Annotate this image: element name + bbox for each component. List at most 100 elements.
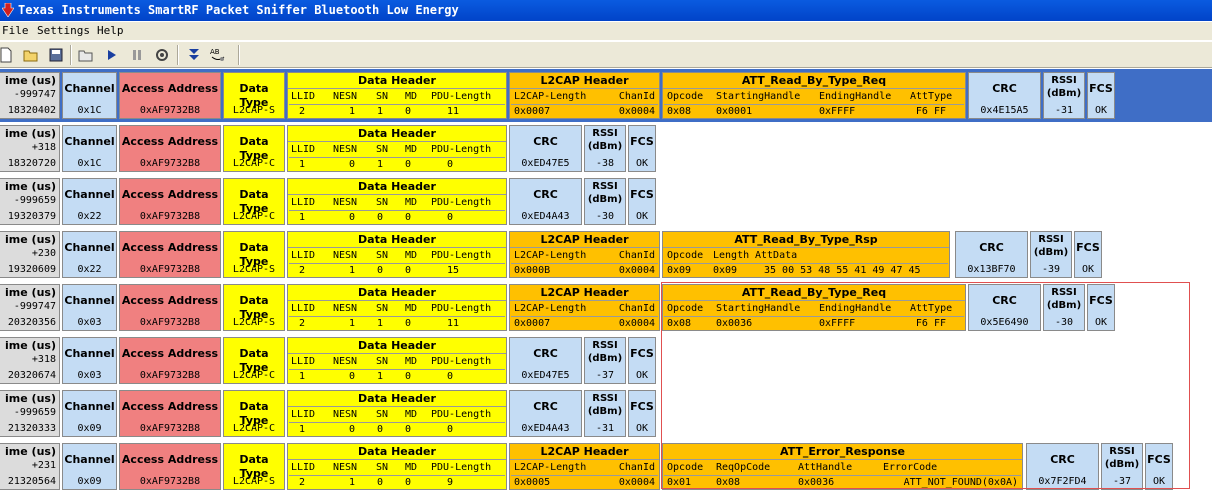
rssi-cell: RSSI (dBm) -31	[584, 390, 626, 437]
l2cap-header-cell: L2CAP Header L2CAP-Length ChanId 0x000B 0x00…	[509, 231, 660, 278]
time-value: 21320564	[7, 476, 56, 487]
data-header-field-label: PDU-Length	[431, 462, 492, 473]
new-file-icon[interactable]	[0, 46, 15, 64]
crc-value: 0xED47E5	[521, 158, 570, 169]
att-field-label: EndingHandle	[819, 91, 892, 102]
channel-value: 0x22	[77, 211, 102, 222]
scroll-down-icon[interactable]	[185, 46, 203, 64]
rssi-cell: RSSI (dBm) -30	[584, 178, 626, 225]
l2cap-chanid-value: 0x0004	[618, 477, 655, 488]
title-bar: Texas Instruments SmartRF Packet Sniffer…	[0, 0, 1212, 21]
access-address-cell: Access Address 0xAF9732B8	[119, 125, 221, 172]
time-value: 21320333	[7, 423, 56, 434]
data-header-field-label: SN	[376, 409, 389, 420]
rssi-value: -31	[595, 423, 615, 434]
time-cell: ime (us) -999747 20320356	[0, 284, 60, 331]
svg-text:AB: AB	[210, 48, 220, 56]
l2cap-header-cell: L2CAP Header L2CAP-Length ChanId 0x0007 0x00…	[509, 72, 660, 119]
data-header-field-value: 0	[405, 477, 412, 488]
data-header-field-label: NESN	[333, 144, 358, 155]
time-header: ime (us)	[5, 392, 56, 405]
rssi-header: RSSI (dBm)	[587, 181, 623, 205]
play-icon[interactable]	[103, 46, 121, 64]
time-delta: +318	[31, 142, 56, 153]
open-folder-icon[interactable]	[22, 46, 40, 64]
packet-row[interactable]: ime (us) +318 18320720 Channel 0x1C Access Ad…	[0, 122, 1212, 175]
toolbar-separator	[238, 45, 240, 65]
att-field-value: 0x09	[667, 265, 692, 276]
settings-icon[interactable]	[153, 46, 171, 64]
att-pdu-cell: ATT_Read_By_Type_Req Opcode StartingHandle…	[662, 72, 966, 119]
att-field-label: Length	[713, 250, 750, 261]
rssi-header: RSSI (dBm)	[587, 340, 623, 364]
data-header-field-label: LLID	[291, 250, 316, 261]
data-header-field-value: 0	[405, 424, 412, 435]
packet-row[interactable]: ime (us) -999659 19320379 Channel 0x22 Access…	[0, 175, 1212, 228]
data-header-field-label: MD	[405, 91, 418, 102]
data-header-field-value: 1	[377, 371, 384, 382]
channel-value: 0x1C	[77, 158, 102, 169]
menu-settings[interactable]: Settings	[37, 22, 90, 40]
l2cap-field-label: ChanId	[618, 250, 655, 261]
data-header-field-label: LLID	[291, 356, 316, 367]
channel-cell: Channel 0x09	[62, 390, 117, 437]
data-header-field-value: 0	[447, 159, 454, 170]
menu-file[interactable]: File	[2, 22, 29, 40]
l2cap-field-label: L2CAP-Length	[514, 462, 587, 473]
att-pdu-title: ATT_Read_By_Type_Req	[663, 73, 965, 89]
data-header-field-value: 1	[349, 318, 356, 329]
data-header-field-label: PDU-Length	[431, 91, 492, 102]
crc-value: 0x13BF70	[967, 264, 1016, 275]
fcs-value: OK	[635, 211, 649, 222]
channel-header: Channel	[64, 188, 115, 201]
crc-value: 0xED4A43	[521, 211, 570, 222]
channel-header: Channel	[64, 294, 115, 307]
menu-help[interactable]: Help	[97, 22, 124, 40]
data-type-value: L2CAP-S	[232, 476, 276, 487]
time-header: ime (us)	[5, 339, 56, 352]
data-header-field-value: 0	[405, 318, 412, 329]
fcs-value: OK	[635, 370, 649, 381]
data-type-cell: Data Type L2CAP-S	[223, 72, 285, 119]
channel-header: Channel	[64, 453, 115, 466]
l2cap-length-value: 0x0007	[514, 106, 551, 117]
access-address-value: 0xAF9732B8	[139, 317, 201, 328]
att-field-label: AttData	[755, 250, 798, 261]
data-header-cell: Data Header LLID NESN SN MD PDU-Length 2 1 0 0 9	[287, 443, 507, 490]
data-header-field-label: NESN	[333, 303, 358, 314]
crc-cell: CRC 0xED47E5	[509, 125, 582, 172]
data-header-field-value: 1	[299, 212, 306, 223]
access-address-header: Access Address	[121, 453, 219, 466]
data-header-field-value: 0	[405, 371, 412, 382]
data-header-field-value: 0	[447, 371, 454, 382]
data-header-field-value: 0	[349, 159, 356, 170]
att-field-value: 0xFFFF	[819, 106, 856, 117]
att-field-value: F6 FF	[915, 106, 946, 117]
data-header-title: Data Header	[288, 126, 506, 142]
time-cell: ime (us) +318 20320674	[0, 337, 60, 384]
l2cap-field-label: ChanId	[618, 462, 655, 473]
clear-icon[interactable]	[77, 46, 95, 64]
save-icon[interactable]	[47, 46, 65, 64]
time-header: ime (us)	[5, 180, 56, 193]
pause-icon[interactable]	[128, 46, 146, 64]
l2cap-field-label: ChanId	[618, 91, 655, 102]
data-header-field-value: 0	[349, 371, 356, 382]
rssi-value: -39	[1041, 264, 1061, 275]
packet-row[interactable]: ime (us) +230 19320609 Channel 0x22 Access Ad…	[0, 228, 1212, 281]
access-address-header: Access Address	[121, 188, 219, 201]
packet-row[interactable]: ime (us) -999747 18320402 Channel 0x1C Access…	[0, 69, 1212, 122]
crc-cell: CRC 0xED47E5	[509, 337, 582, 384]
data-header-field-label: SN	[376, 91, 389, 102]
att-pdu-cell: ATT_Read_By_Type_Rsp Opcode Length AttData 0…	[662, 231, 950, 278]
data-header-cell: Data Header LLID NESN SN MD PDU-Length 2 1 0 0 15	[287, 231, 507, 278]
access-address-cell: Access Address 0xAF9732B8	[119, 178, 221, 225]
att-field-label: StartingHandle	[716, 91, 801, 102]
time-value: 19320609	[7, 264, 56, 275]
channel-header: Channel	[64, 82, 115, 95]
l2cap-chanid-value: 0x0004	[618, 318, 655, 329]
ab-display-icon[interactable]: AB	[209, 46, 227, 64]
access-address-header: Access Address	[121, 294, 219, 307]
crc-value: 0xED4A43	[521, 423, 570, 434]
data-header-cell: Data Header LLID NESN SN MD PDU-Length 1 0 0 0 0	[287, 178, 507, 225]
